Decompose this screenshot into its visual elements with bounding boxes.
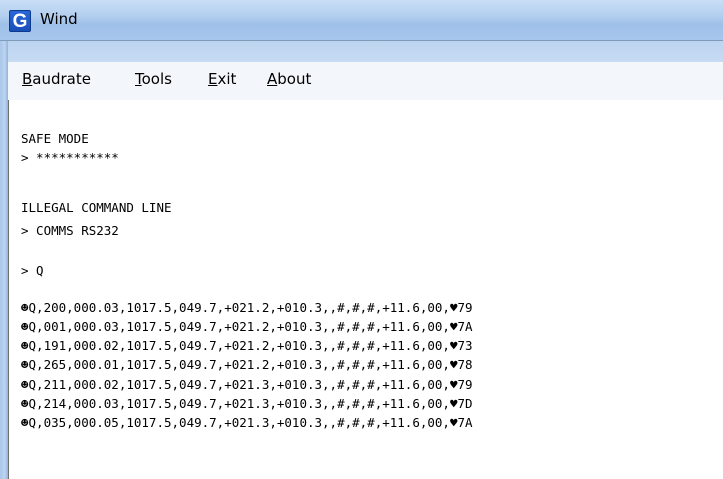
console-line: ILLEGAL COMMAND LINE bbox=[21, 200, 172, 215]
menu-exit-label: xit bbox=[217, 70, 237, 88]
console-line: > COMMS RS232 bbox=[21, 223, 119, 238]
menu-about[interactable]: About bbox=[267, 70, 311, 88]
menu-tools-label: ools bbox=[141, 70, 172, 88]
console-line: > Q bbox=[21, 263, 44, 278]
console-data-line: ☻Q,035,000.05,1017.5,049.7,+021.3,+010.3… bbox=[21, 415, 473, 430]
menu-baudrate-accel: B bbox=[22, 70, 33, 88]
window-title: Wind bbox=[40, 10, 78, 28]
console-output[interactable]: SAFE MODE > *********** ILLEGAL COMMAND … bbox=[8, 100, 723, 479]
console-data-line: ☻Q,214,000.03,1017.5,049.7,+021.3,+010.3… bbox=[21, 396, 473, 411]
console-line: > *********** bbox=[21, 150, 119, 165]
menu-baudrate[interactable]: Baudrate bbox=[22, 70, 91, 88]
console-data-line: ☻Q,191,000.02,1017.5,049.7,+021.2,+010.3… bbox=[21, 338, 473, 353]
console-data-line: ☻Q,001,000.03,1017.5,049.7,+021.2,+010.3… bbox=[21, 319, 473, 334]
menu-baudrate-label: audrate bbox=[32, 70, 91, 88]
window-top-frame bbox=[8, 41, 723, 62]
console-data-line: ☻Q,265,000.01,1017.5,049.7,+021.2,+010.3… bbox=[21, 357, 473, 372]
app-window: G Wind Baudrate Tools Exit About SAFE MO… bbox=[0, 0, 723, 479]
menu-about-label: bout bbox=[277, 70, 312, 88]
menu-about-accel: A bbox=[267, 70, 278, 88]
window-left-frame bbox=[0, 41, 8, 479]
console-data-line: ☻Q,211,000.02,1017.5,049.7,+021.3,+010.3… bbox=[21, 377, 473, 392]
menu-tools[interactable]: Tools bbox=[135, 70, 172, 88]
console-line: SAFE MODE bbox=[21, 131, 89, 146]
menu-tools-accel: T bbox=[135, 70, 142, 88]
console-data-line: ☻Q,200,000.03,1017.5,049.7,+021.2,+010.3… bbox=[21, 300, 473, 315]
menu-bar: Baudrate Tools Exit About bbox=[8, 62, 723, 100]
title-bar[interactable]: G Wind bbox=[0, 0, 723, 41]
menu-exit[interactable]: Exit bbox=[208, 70, 236, 88]
app-g-icon[interactable]: G bbox=[9, 10, 31, 32]
